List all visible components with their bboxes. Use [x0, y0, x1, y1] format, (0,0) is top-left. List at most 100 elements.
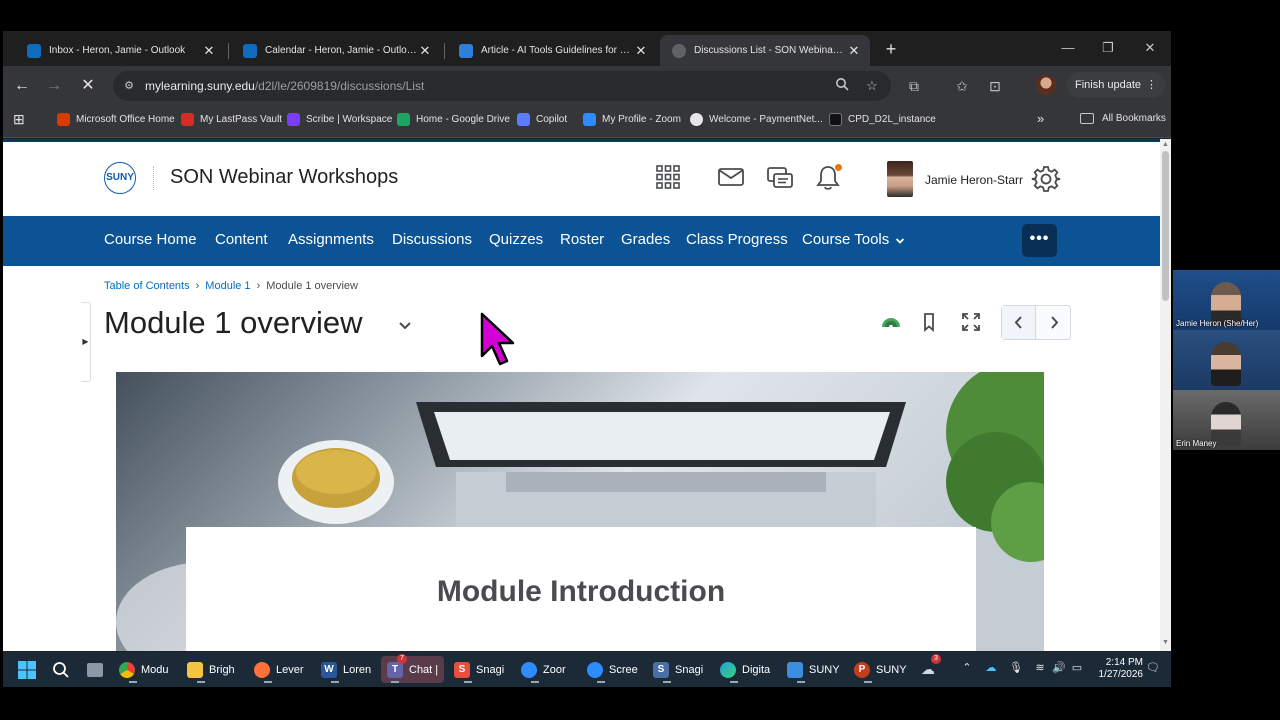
wifi-icon[interactable]: ≋	[1032, 661, 1048, 674]
close-icon[interactable]: ✕	[417, 43, 433, 59]
bookmark-star-icon[interactable]: ✩	[951, 75, 973, 97]
scroll-thumb[interactable]	[1162, 151, 1169, 301]
system-clock[interactable]: 2:14 PM 1/27/2026	[1093, 657, 1144, 681]
microphone-icon[interactable]: 🎙	[1008, 661, 1024, 674]
tab-calendar[interactable]: Calendar - Heron, Jamie - Outlook ✕	[231, 35, 441, 66]
bookmark-copilot[interactable]: Copilot	[517, 113, 567, 126]
taskbar-app-edge[interactable]: Digita	[720, 656, 770, 683]
start-button[interactable]	[17, 656, 37, 683]
taskbar-app-teams-chat[interactable]: T Chat | 7	[381, 654, 445, 683]
more-bookmarks-icon[interactable]: »	[1037, 111, 1044, 126]
nav-content[interactable]: Content	[215, 231, 268, 248]
nav-grades[interactable]: Grades	[621, 231, 670, 248]
video-tile[interactable]: Erin Maney	[1173, 390, 1280, 450]
user-avatar[interactable]	[887, 161, 913, 197]
fullscreen-icon[interactable]	[959, 310, 983, 334]
notification-center-icon[interactable]: 🗨	[1145, 661, 1161, 674]
breadcrumb-table-of-contents[interactable]: Table of Contents	[104, 280, 190, 292]
next-topic-button[interactable]	[1037, 306, 1071, 339]
stop-icon[interactable]: ✕	[75, 73, 101, 99]
taskbar-search-icon[interactable]	[52, 656, 70, 683]
tab-search-icon[interactable]: ⊡	[984, 75, 1006, 97]
taskbar-app-snagit[interactable]: S Snagi	[454, 656, 504, 683]
bookmark-office[interactable]: Microsoft Office Home	[57, 113, 175, 126]
bookmark-scribe[interactable]: Scribe | Workspace	[287, 113, 392, 126]
taskbar-app-explorer[interactable]: Brigh	[187, 656, 235, 683]
close-icon[interactable]: ✕	[633, 43, 649, 59]
completion-status-icon[interactable]	[879, 310, 903, 334]
window-close-icon[interactable]: ✕	[1135, 37, 1165, 59]
chevron-down-icon[interactable]	[895, 233, 905, 250]
video-tile[interactable]	[1173, 330, 1280, 390]
bookmark-zoom[interactable]: My Profile - Zoom	[583, 113, 681, 126]
all-bookmarks[interactable]: All Bookmarks	[1080, 113, 1166, 124]
course-title[interactable]: SON Webinar Workshops	[170, 166, 398, 189]
page-scrollbar[interactable]: ▲ ▼	[1160, 139, 1171, 651]
close-icon[interactable]: ✕	[846, 43, 862, 59]
bookmark-paymentnet[interactable]: Welcome - PaymentNet...	[690, 113, 823, 126]
kebab-menu-icon[interactable]: ⋮	[1146, 72, 1157, 98]
suny-logo[interactable]: SUNY	[104, 162, 136, 194]
star-icon[interactable]: ☆	[863, 77, 881, 95]
new-tab-button[interactable]: +	[879, 38, 903, 62]
taskbar-app-firefox[interactable]: Lever	[254, 656, 304, 683]
scroll-down-icon[interactable]: ▼	[1162, 639, 1169, 647]
user-name[interactable]: Jamie Heron-Starr	[925, 173, 1023, 187]
tab-discussions[interactable]: Discussions List - SON Webinar Works... …	[660, 35, 870, 66]
bookmark-lastpass[interactable]: My LastPass Vault	[181, 113, 282, 126]
nav-assignments[interactable]: Assignments	[288, 231, 374, 248]
taskbar-app-snagit-editor[interactable]: S Snagi	[653, 656, 703, 683]
browser-toolbar: ← → ✕ ⚙ mylearning.suny.edu/d2l/le/26098…	[3, 66, 1171, 104]
site-info-icon[interactable]: ⚙	[121, 78, 137, 94]
tray-overflow-icon[interactable]: ⌃	[959, 661, 975, 674]
address-bar[interactable]: ⚙ mylearning.suny.edu/d2l/le/2609819/dis…	[113, 71, 891, 101]
close-icon[interactable]: ✕	[201, 43, 217, 59]
battery-icon[interactable]: ▭	[1069, 661, 1085, 674]
zoom-search-icon[interactable]	[833, 77, 851, 95]
previous-topic-button[interactable]	[1002, 306, 1036, 339]
nav-discussions[interactable]: Discussions	[392, 231, 472, 248]
clock-date: 1/27/2026	[1098, 669, 1144, 680]
discussions-icon[interactable]	[765, 164, 795, 194]
finish-update-button[interactable]: Finish update ⋮	[1067, 72, 1165, 98]
tab-article[interactable]: Article - AI Tools Guidelines for SUN...…	[447, 35, 657, 66]
settings-gear-icon[interactable]	[1031, 164, 1061, 194]
taskbar-app-powerpoint[interactable]: P SUNY	[854, 656, 907, 683]
restore-icon[interactable]: ❐	[1093, 37, 1123, 59]
extensions-icon[interactable]: ⧉	[903, 75, 925, 97]
more-menu-button[interactable]: •••	[1022, 224, 1057, 257]
message-icon[interactable]	[716, 164, 746, 194]
sidebar-toggle[interactable]: ▶	[81, 302, 91, 382]
minimize-icon[interactable]: —	[1053, 37, 1083, 59]
nav-class-progress[interactable]: Class Progress	[686, 231, 788, 248]
taskbar-app-word[interactable]: W Loren	[321, 656, 371, 683]
taskbar-app-label: Scree	[609, 663, 638, 676]
task-view-icon[interactable]	[87, 656, 103, 683]
taskbar-app-suny[interactable]: SUNY	[787, 656, 840, 683]
apps-icon[interactable]: ⊞	[13, 111, 25, 128]
profile-avatar[interactable]	[1036, 75, 1056, 95]
video-tile[interactable]: Jamie Heron (She/Her)	[1173, 270, 1280, 330]
bookmark-icon[interactable]	[917, 310, 941, 334]
taskbar-app-chrome[interactable]: Modu	[119, 656, 169, 683]
taskbar-app-zoom-screen[interactable]: Scree	[587, 656, 638, 683]
bookmark-d2l[interactable]: CPD_D2L_instance	[829, 113, 936, 126]
nav-course-tools[interactable]: Course Tools	[802, 231, 889, 248]
nav-roster[interactable]: Roster	[560, 231, 604, 248]
course-selector-icon[interactable]	[653, 164, 683, 194]
article-icon	[459, 43, 473, 58]
tab-inbox[interactable]: Inbox - Heron, Jamie - Outlook ✕	[15, 35, 225, 66]
scroll-up-icon[interactable]: ▲	[1162, 141, 1169, 149]
nav-quizzes[interactable]: Quizzes	[489, 231, 543, 248]
taskbar-app-zoom[interactable]: Zoor	[521, 656, 566, 683]
volume-icon[interactable]: 🔊	[1051, 661, 1067, 674]
title-dropdown-chevron-icon[interactable]	[397, 318, 413, 334]
nav-course-home[interactable]: Course Home	[104, 231, 197, 248]
forward-icon[interactable]: →	[41, 73, 67, 99]
back-icon[interactable]: ←	[9, 73, 35, 99]
weather-widget[interactable]: ☁ 3	[921, 654, 941, 683]
bookmark-drive[interactable]: Home - Google Drive	[397, 113, 510, 126]
bookmark-label: Welcome - PaymentNet...	[709, 114, 823, 125]
breadcrumb-module-1[interactable]: Module 1	[205, 280, 250, 292]
onedrive-icon[interactable]: ☁	[983, 661, 999, 674]
